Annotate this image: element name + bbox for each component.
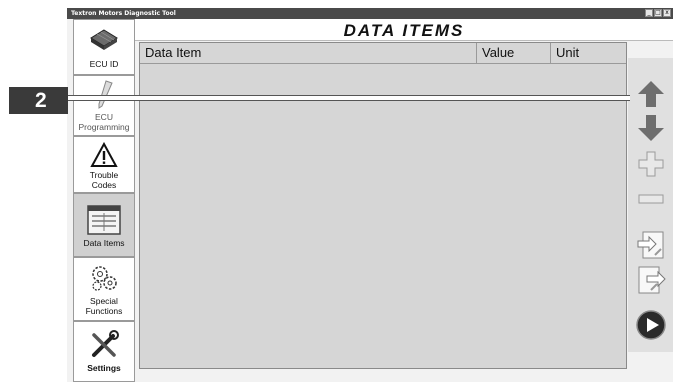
gears-icon	[92, 266, 117, 291]
nav-label: Trouble Codes	[89, 170, 119, 190]
sidebar-nav: ECU ID ECU Programming Trouble Codes Dat…	[73, 19, 135, 382]
import-icon[interactable]	[635, 229, 667, 261]
column-divider	[550, 43, 551, 63]
page-header: DATA ITEMS	[135, 19, 673, 41]
close-button[interactable]: x	[663, 9, 671, 17]
table-header: Data Item Value Unit	[140, 43, 626, 64]
plus-icon[interactable]	[635, 148, 667, 180]
nav-label: Settings	[87, 363, 121, 373]
nav-label: Special Functions	[85, 296, 123, 316]
column-header-data-item[interactable]: Data Item	[145, 45, 201, 60]
nav-item-ecu-programming[interactable]: ECU Programming	[73, 75, 135, 136]
nav-label: ECU Programming	[78, 112, 130, 132]
nav-item-special-functions[interactable]: Special Functions	[73, 257, 135, 321]
nav-item-trouble-codes[interactable]: Trouble Codes	[73, 136, 135, 193]
callout-line	[68, 95, 630, 101]
column-header-unit[interactable]: Unit	[556, 45, 579, 60]
callout-badge: 2	[9, 87, 68, 114]
title-bar: Textron Motors Diagnostic Tool _ □ x	[67, 8, 673, 19]
column-header-value[interactable]: Value	[482, 45, 514, 60]
nav-item-ecu-id[interactable]: ECU ID	[73, 19, 135, 75]
nav-label: Data Items	[83, 238, 125, 248]
window-title: Textron Motors Diagnostic Tool	[71, 10, 176, 17]
minus-icon[interactable]	[635, 183, 667, 215]
data-list-icon	[87, 205, 121, 235]
nav-item-data-items[interactable]: Data Items	[73, 193, 135, 257]
nav-label: ECU ID	[89, 59, 119, 69]
down-arrow-icon[interactable]	[635, 112, 667, 144]
up-arrow-icon[interactable]	[635, 78, 667, 110]
export-icon[interactable]	[635, 264, 667, 296]
window-controls: _ □ x	[645, 9, 671, 17]
page-title: DATA ITEMS	[343, 21, 465, 40]
maximize-button[interactable]: □	[654, 9, 662, 17]
tools-icon	[92, 330, 119, 357]
nav-item-settings[interactable]: Settings	[73, 321, 135, 382]
chip-icon	[90, 29, 118, 50]
data-items-table[interactable]: Data Item Value Unit	[139, 42, 627, 369]
play-icon[interactable]	[635, 309, 667, 341]
column-divider	[476, 43, 477, 63]
warning-icon	[90, 142, 118, 167]
minimize-button[interactable]: _	[645, 9, 653, 17]
